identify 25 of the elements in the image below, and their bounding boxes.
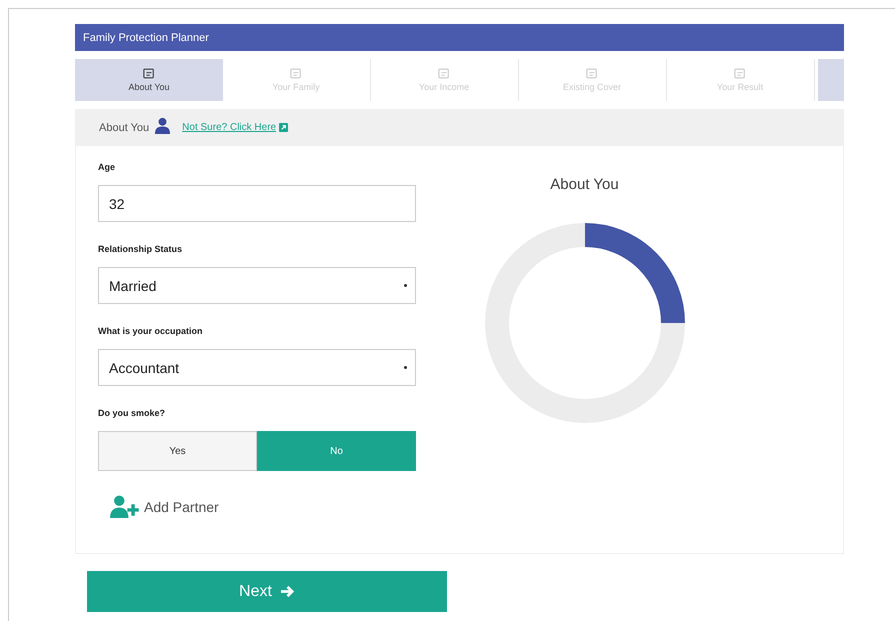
option-button[interactable]: No	[257, 431, 416, 471]
person-icon	[155, 117, 170, 134]
progress-title: About You	[550, 176, 619, 193]
field-label: Relationship Status	[98, 244, 184, 254]
age-field[interactable]: 32	[98, 185, 416, 222]
step-icon	[143, 68, 155, 79]
add-partner-link[interactable]: Add Partner	[144, 498, 219, 514]
step-icon	[586, 68, 598, 79]
step-tab[interactable]: About You	[75, 59, 223, 101]
next-button[interactable]: Next	[87, 571, 447, 612]
field-label: Do you smoke?	[98, 408, 166, 418]
step-icon	[438, 68, 450, 79]
app-title: Family Protection Planner	[83, 32, 209, 44]
dropdown-field[interactable]: Accountant	[98, 349, 416, 386]
step-icon	[734, 68, 746, 79]
step-icon	[290, 68, 302, 79]
help-link[interactable]: Not Sure? Click Here	[182, 122, 276, 133]
external-link-icon	[279, 123, 288, 132]
section-title: About You	[99, 122, 150, 134]
field-label: What is your occupation	[98, 326, 204, 336]
option-button[interactable]: Yes	[98, 431, 257, 471]
arrow-icon	[280, 585, 295, 598]
add-person-icon	[110, 495, 140, 518]
dropdown-field[interactable]: Married	[98, 267, 416, 304]
field-label: Age	[98, 162, 116, 172]
